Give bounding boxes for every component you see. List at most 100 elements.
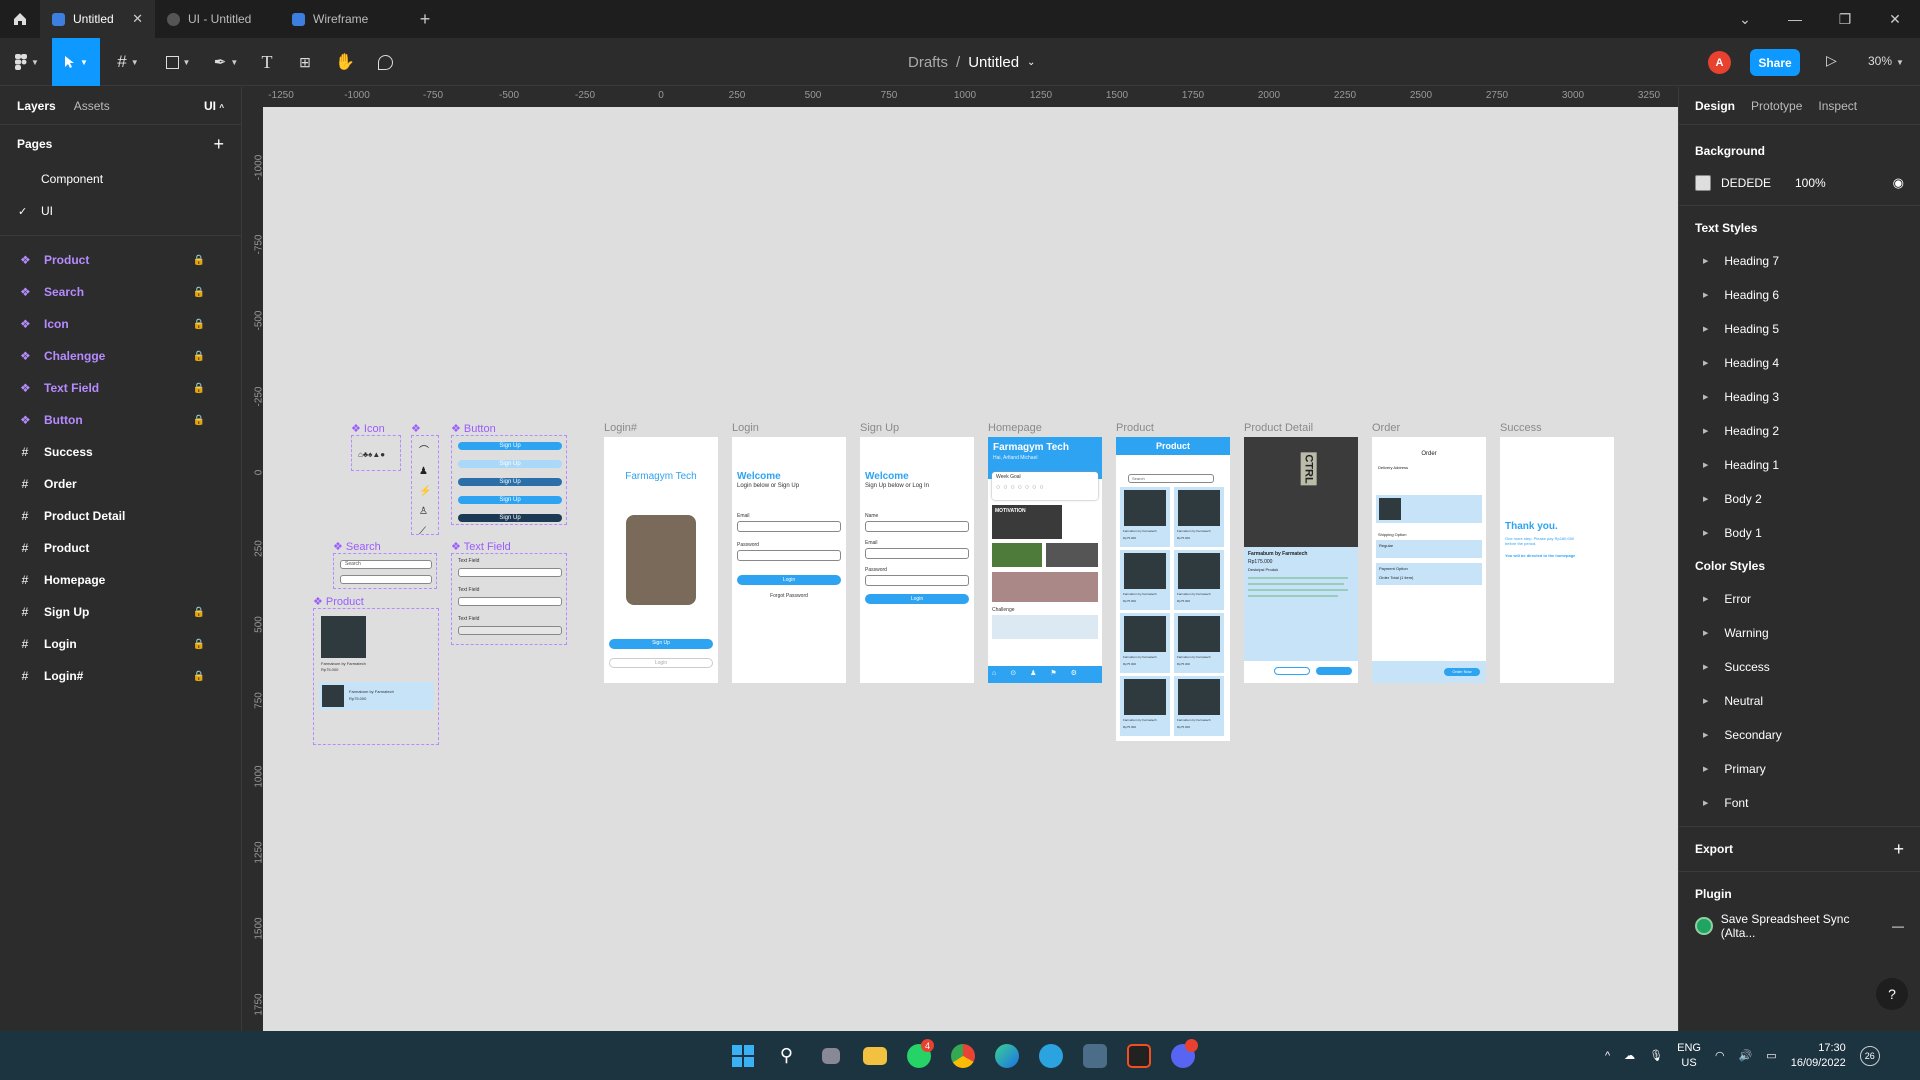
color-style-item[interactable]: ▶ Secondary: [1679, 718, 1920, 752]
frame-success[interactable]: Thank you. One more step. Please pay Rp1…: [1500, 437, 1614, 683]
frame-label[interactable]: Sign Up: [860, 422, 899, 434]
btn-variant-primary-2[interactable]: Sign Up: [458, 496, 562, 504]
tab-assets[interactable]: Assets: [74, 99, 110, 113]
pen-tool[interactable]: ✒ ▼: [206, 38, 246, 86]
add-page-button[interactable]: +: [213, 134, 224, 155]
text-field-component[interactable]: Text Field Text Field Text Field: [451, 553, 567, 645]
text-style-item[interactable]: ▶ Body 1: [1679, 516, 1920, 550]
component-label-search[interactable]: ❖ Search: [333, 540, 381, 553]
button-component[interactable]: Sign Up Sign Up Sign Up Sign Up Sign Up: [451, 435, 567, 525]
layer-item-success[interactable]: # Success: [0, 436, 241, 468]
color-style-item[interactable]: ▶ Success: [1679, 650, 1920, 684]
text-style-item[interactable]: ▶ Heading 7: [1679, 244, 1920, 278]
email-field[interactable]: [865, 548, 969, 559]
color-style-item[interactable]: ▶ Neutral: [1679, 684, 1920, 718]
shipping-option[interactable]: Regular: [1376, 540, 1482, 558]
volume-icon[interactable]: 🔊: [1739, 1049, 1753, 1062]
text-style-item[interactable]: ▶ Heading 4: [1679, 346, 1920, 380]
lock-icon[interactable]: 🔒: [193, 319, 205, 330]
layer-item-icon-component[interactable]: ❖ Icon 🔒: [0, 308, 241, 340]
signup-button[interactable]: Sign Up: [609, 639, 713, 649]
language-indicator[interactable]: ENG US: [1677, 1041, 1701, 1071]
chrome-button[interactable]: [946, 1039, 979, 1072]
file-explorer-button[interactable]: [858, 1039, 891, 1072]
frame-product-detail[interactable]: CTRL Farmabum by Farmatech Rp175.000 Des…: [1244, 437, 1358, 683]
background-swatch[interactable]: [1695, 175, 1711, 191]
frame-label[interactable]: Login: [732, 422, 759, 434]
discord-button[interactable]: [1166, 1039, 1199, 1072]
login-button[interactable]: Login: [609, 658, 713, 668]
close-window-button[interactable]: ✕: [1870, 11, 1920, 28]
home-button[interactable]: [0, 0, 40, 38]
plugin-item[interactable]: Save Spreadsheet Sync (Alta... —: [1679, 910, 1920, 942]
product-card[interactable]: Farmabum by Farmatech Rp75.000: [1174, 613, 1224, 673]
page-item-ui[interactable]: ✓ UI: [0, 195, 241, 227]
name-field[interactable]: [865, 521, 969, 532]
text-tool[interactable]: T: [252, 38, 282, 86]
task-view-button[interactable]: [814, 1039, 847, 1072]
tab-design[interactable]: Design: [1695, 99, 1735, 113]
color-style-item[interactable]: ▶ Font: [1679, 786, 1920, 820]
task-manager-button[interactable]: [1078, 1039, 1111, 1072]
layer-item-product-component[interactable]: ❖ Product 🔒: [0, 244, 241, 276]
lock-icon[interactable]: 🔒: [193, 287, 205, 298]
lock-icon[interactable]: 🔒: [193, 639, 205, 650]
figma-button[interactable]: [1122, 1039, 1155, 1072]
component-label-text-field[interactable]: ❖ Text Field: [451, 540, 511, 553]
nav-icons[interactable]: ⌂⊙♟⚑⚙: [992, 669, 1091, 677]
clock[interactable]: 17:30 16/09/2022: [1791, 1041, 1846, 1071]
frame-login-hash[interactable]: Farmagym Tech Sign Up Login: [604, 437, 718, 683]
layer-item-product-detail[interactable]: # Product Detail: [0, 500, 241, 532]
challenge-row[interactable]: [992, 615, 1098, 639]
layer-item-search-component[interactable]: ❖ Search 🔒: [0, 276, 241, 308]
background-opacity[interactable]: 100%: [1795, 176, 1826, 190]
order-item[interactable]: [1376, 495, 1482, 523]
product-component[interactable]: Farmabum by Farmatech Rp75.000 Farmabum …: [313, 608, 439, 745]
signup-button[interactable]: Login: [865, 594, 969, 604]
minimize-button[interactable]: —: [1770, 11, 1820, 27]
frame-label[interactable]: Success: [1500, 422, 1542, 434]
search-variant-1[interactable]: Search: [340, 560, 432, 569]
layer-item-product[interactable]: # Product: [0, 532, 241, 564]
component-label-icon[interactable]: ❖ Icon: [351, 422, 385, 435]
main-menu-button[interactable]: ▼: [8, 38, 46, 86]
shape-tool[interactable]: ▼: [158, 38, 198, 86]
btn-variant-navy[interactable]: Sign Up: [458, 514, 562, 522]
buy-now-button[interactable]: [1316, 667, 1352, 675]
icon-component[interactable]: ⌂♣♠▲●: [351, 435, 401, 471]
chevron-up-icon[interactable]: ^: [1605, 1050, 1610, 1062]
product-card[interactable]: Farmabum by Farmatech Rp75.000: [1120, 613, 1170, 673]
new-tab-button[interactable]: +: [405, 9, 445, 30]
component-label-chalengge[interactable]: ❖: [411, 422, 421, 435]
text-style-item[interactable]: ▶ Body 2: [1679, 482, 1920, 516]
frame-label[interactable]: Product: [1116, 422, 1154, 434]
product-row[interactable]: Farmabum by Farmatech Rp75.000: [319, 682, 434, 710]
start-button[interactable]: [726, 1039, 759, 1072]
week-goal-card[interactable]: Week Goal ○○○○○○○: [992, 472, 1098, 500]
layer-item-sign-up[interactable]: # Sign Up 🔒: [0, 596, 241, 628]
battery-icon[interactable]: ▭: [1766, 1049, 1776, 1062]
frame-tool[interactable]: # ▼: [108, 38, 148, 86]
btn-variant-dark[interactable]: Sign Up: [458, 478, 562, 486]
email-field[interactable]: [737, 521, 841, 532]
frame-product[interactable]: Product Search Farmabum by Farmatech Rp75…: [1116, 437, 1230, 741]
close-icon[interactable]: ✕: [132, 11, 143, 27]
layer-item-login-hash[interactable]: # Login# 🔒: [0, 660, 241, 692]
wifi-icon[interactable]: ◠: [1715, 1049, 1725, 1062]
notification-count[interactable]: 26: [1859, 1045, 1880, 1066]
frame-label[interactable]: Homepage: [988, 422, 1042, 434]
eye-icon[interactable]: ◉: [1893, 175, 1904, 191]
frame-login[interactable]: Welcome Login below or Sign Up Email Pas…: [732, 437, 846, 683]
text-style-item[interactable]: ▶ Heading 5: [1679, 312, 1920, 346]
color-style-item[interactable]: ▶ Error: [1679, 582, 1920, 616]
tab-layers[interactable]: Layers: [17, 99, 56, 113]
product-card[interactable]: Farmabum by Farmatech Rp75.000: [1120, 550, 1170, 610]
hand-tool[interactable]: ✋: [330, 38, 360, 86]
present-button[interactable]: ▷: [1826, 52, 1837, 69]
product-card[interactable]: Farmabum by Farmatech Rp75.000: [1174, 550, 1224, 610]
payment-option[interactable]: Payment Option Order Total (1 item): [1376, 563, 1482, 585]
btn-variant-primary[interactable]: Sign Up: [458, 442, 562, 450]
search-component[interactable]: Search: [333, 553, 437, 589]
search-input[interactable]: Search: [1128, 474, 1214, 483]
color-style-item[interactable]: ▶ Primary: [1679, 752, 1920, 786]
